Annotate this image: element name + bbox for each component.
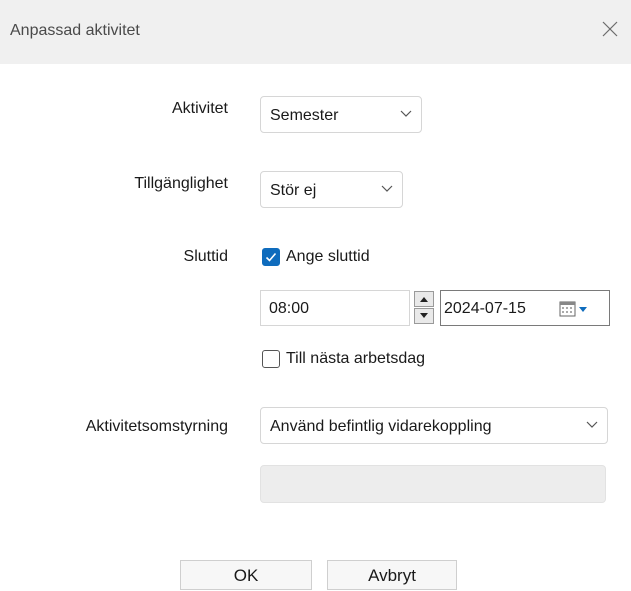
spin-down-icon[interactable]: [414, 308, 434, 324]
nasta-arbetsdag-checkbox[interactable]: [262, 350, 280, 368]
ange-sluttid-checkbox[interactable]: [262, 248, 280, 266]
dialog-title: Anpassad aktivitet: [10, 22, 140, 39]
chevron-down-icon: [400, 110, 412, 117]
checkmark-icon: [265, 252, 277, 262]
omstyrning-value: Använd befintlig vidarekoppling: [270, 418, 492, 435]
aktivitet-label: Aktivitet: [171, 100, 228, 117]
time-value: 08:00: [269, 300, 310, 317]
tillganglighet-label: Tillgänglighet: [134, 175, 228, 192]
forwarding-number-field: [260, 465, 606, 503]
aktivitet-value: Semester: [270, 107, 339, 124]
omstyrning-label: Aktivitetsomstyrning: [85, 418, 228, 435]
sluttid-label: Sluttid: [183, 248, 228, 265]
date-value: 2024-07-15: [444, 300, 526, 317]
nasta-arbetsdag-label: Till nästa arbetsdag: [286, 350, 426, 367]
title-bar: Anpassad aktivitet: [0, 0, 631, 64]
aktivitet-dropdown[interactable]: Semester: [260, 96, 422, 133]
ange-sluttid-label: Ange sluttid: [286, 248, 370, 265]
time-spinner[interactable]: [412, 289, 438, 326]
tillganglighet-dropdown[interactable]: Stör ej: [260, 171, 403, 208]
tillganglighet-value: Stör ej: [270, 182, 317, 199]
time-input[interactable]: 08:00: [260, 290, 410, 326]
chevron-down-icon: [586, 421, 598, 428]
omstyrning-dropdown[interactable]: Använd befintlig vidarekoppling: [260, 407, 608, 444]
spin-up-icon[interactable]: [414, 291, 434, 307]
calendar-icon[interactable]: [559, 300, 597, 318]
close-icon[interactable]: [599, 18, 621, 40]
chevron-down-icon: [381, 185, 393, 192]
date-picker[interactable]: 2024-07-15: [440, 290, 610, 326]
